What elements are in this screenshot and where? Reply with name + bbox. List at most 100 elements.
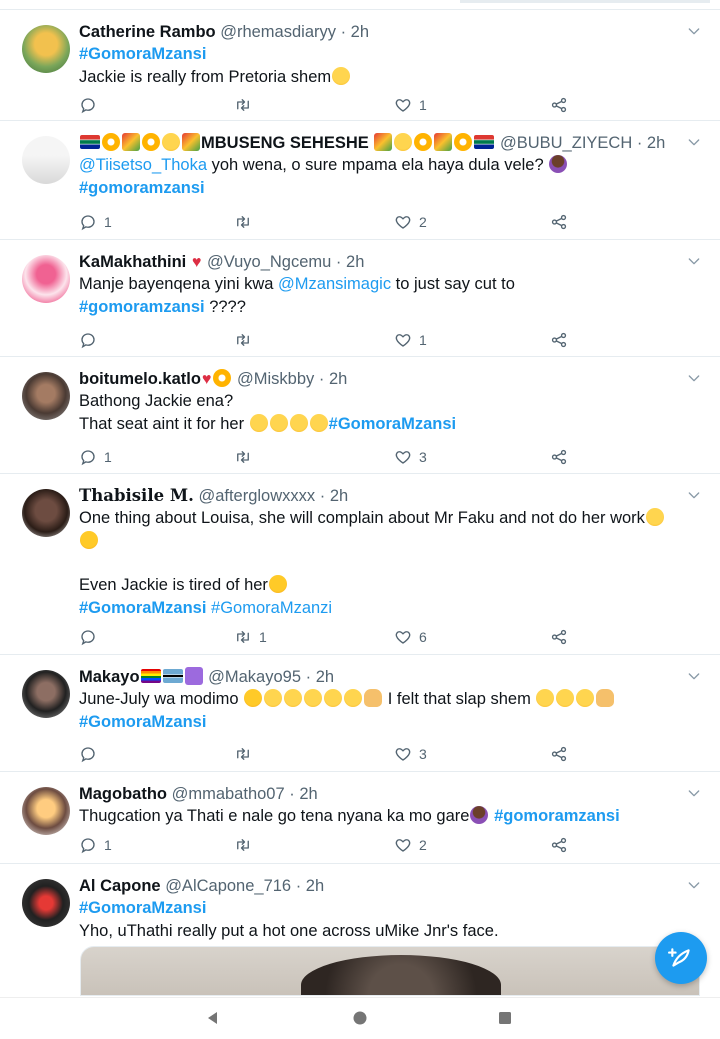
like-button[interactable]: 3 <box>394 744 427 764</box>
crying-emoji-icon <box>268 575 287 594</box>
avatar[interactable] <box>22 255 70 303</box>
avatar[interactable] <box>22 787 70 835</box>
compose-tweet-button[interactable] <box>655 932 707 984</box>
back-button[interactable] <box>205 1010 221 1031</box>
reply-button[interactable]: 1 <box>79 212 112 232</box>
like-button[interactable]: 2 <box>394 835 427 855</box>
timestamp: 2h <box>328 370 348 388</box>
author-name[interactable]: MBUSENG SEHESHE <box>201 134 369 152</box>
share-button[interactable] <box>550 744 568 764</box>
author-name[interactable]: Makayo <box>79 668 140 686</box>
retweet-button[interactable] <box>234 95 259 115</box>
tweet-item[interactable]: MBUSENG SEHESHE @BUBU_ZIYECH · 2h @Tiise… <box>0 122 720 240</box>
hashtag-link[interactable]: #GomoraMzansi <box>79 713 206 731</box>
tweet-text: Bathong Jackie ena? <box>79 392 234 410</box>
more-icon[interactable] <box>686 785 702 806</box>
joy-emoji-icon <box>344 689 363 707</box>
tweet-item[interactable]: KaMakhathini ♥ @Vuyo_Ngcemu · 2h Manje b… <box>0 241 720 357</box>
like-icon <box>394 628 412 646</box>
separator: · <box>331 253 347 271</box>
rofl-emoji-icon <box>309 413 328 432</box>
author-name[interactable]: KaMakhathini <box>79 253 186 271</box>
avatar[interactable] <box>22 670 70 718</box>
retweet-icon <box>234 745 252 763</box>
retweet-icon <box>234 331 252 349</box>
hashtag-link[interactable]: #GomoraMzansi <box>79 45 206 63</box>
like-button[interactable]: 3 <box>394 447 427 467</box>
hashtag-link[interactable]: #GomoraMzansi <box>79 599 206 617</box>
avatar[interactable] <box>22 372 70 420</box>
avatar[interactable] <box>22 879 70 927</box>
facepalm-emoji-icon <box>549 155 568 173</box>
author-handle: @afterglowxxxx <box>198 487 316 505</box>
system-navigation-bar <box>0 997 720 1039</box>
retweet-button[interactable] <box>234 447 259 467</box>
avatar[interactable] <box>22 25 70 73</box>
tweet-item[interactable]: boitumelo.katlo♥ @Miskbby · 2h Bathong J… <box>0 358 720 474</box>
more-icon[interactable] <box>686 877 702 898</box>
share-button[interactable] <box>550 212 568 232</box>
recents-button[interactable] <box>497 1010 513 1031</box>
tweet-text: Even Jackie is tired of her <box>79 576 268 595</box>
tweet-item[interactable]: Makayo @Makayo95 · 2h June-July wa modim… <box>0 656 720 772</box>
tweet-text: That seat aint it for her <box>79 414 249 433</box>
retweet-button[interactable]: 1 <box>234 627 267 647</box>
author-handle: @rhemasdiaryy <box>220 23 336 41</box>
reply-button[interactable] <box>79 330 104 350</box>
share-button[interactable] <box>550 447 568 467</box>
crying-emoji-icon <box>244 689 263 707</box>
like-button[interactable]: 6 <box>394 627 427 647</box>
avatar[interactable] <box>22 489 70 537</box>
more-icon[interactable] <box>686 134 702 155</box>
tweet-item[interactable]: Catherine Rambo @rhemasdiaryy · 2h #Gomo… <box>0 11 720 121</box>
hashtag-link[interactable]: #gomoramzansi <box>79 298 205 316</box>
share-button[interactable] <box>550 95 568 115</box>
more-icon[interactable] <box>686 370 702 391</box>
tweet-item[interactable]: Magobatho @mmabatho07 · 2h Thugcation ya… <box>0 773 720 864</box>
retweet-button[interactable] <box>234 330 259 350</box>
retweet-button[interactable] <box>234 835 259 855</box>
more-icon[interactable] <box>686 487 702 508</box>
more-icon[interactable] <box>686 668 702 689</box>
reply-button[interactable]: 1 <box>79 835 112 855</box>
reply-button[interactable] <box>79 95 104 115</box>
like-icon <box>394 96 412 114</box>
author-name[interactable]: boitumelo.katlo <box>79 370 201 388</box>
retweet-button[interactable] <box>234 744 259 764</box>
share-button[interactable] <box>550 835 568 855</box>
avatar[interactable] <box>22 136 70 184</box>
hashtag-link[interactable]: #GomoraMzanzi <box>211 599 332 617</box>
like-count: 3 <box>419 449 427 465</box>
more-icon[interactable] <box>686 253 702 274</box>
like-button[interactable]: 1 <box>394 330 427 350</box>
star-emoji-icon <box>454 133 473 151</box>
joy-emoji-icon <box>284 689 303 707</box>
reply-button[interactable] <box>79 744 104 764</box>
author-handle: @Vuyo_Ngcemu <box>206 253 332 271</box>
reply-button[interactable] <box>79 627 104 647</box>
author-name[interactable]: Magobatho <box>79 785 167 803</box>
reply-button[interactable]: 1 <box>79 447 112 467</box>
like-button[interactable]: 2 <box>394 212 427 232</box>
like-count: 1 <box>419 332 427 348</box>
hashtag-link[interactable]: #GomoraMzansi <box>329 415 456 433</box>
compose-icon <box>668 948 690 967</box>
mention-link[interactable]: @Tiisetso_Thoka <box>79 156 207 174</box>
hashtag-link[interactable]: #gomoramzansi <box>494 807 620 825</box>
mention-link[interactable]: @Mzansimagic <box>278 275 391 293</box>
tweet-media-image[interactable] <box>80 946 700 996</box>
author-name[interactable]: Catherine Rambo <box>79 23 216 41</box>
more-icon[interactable] <box>686 23 702 44</box>
rofl-emoji-icon <box>269 413 288 432</box>
retweet-button[interactable] <box>234 212 259 232</box>
home-icon <box>353 1011 367 1025</box>
author-name[interactable]: Al Capone <box>79 877 161 895</box>
home-button[interactable] <box>352 1010 368 1031</box>
hashtag-link[interactable]: #gomoramzansi <box>79 179 205 197</box>
share-button[interactable] <box>550 330 568 350</box>
author-name[interactable]: Thabisile M. <box>79 486 194 505</box>
tweet-item[interactable]: Thabisile M. @afterglowxxxx · 2h One thi… <box>0 475 720 655</box>
hashtag-link[interactable]: #GomoraMzansi <box>79 899 206 917</box>
like-button[interactable]: 1 <box>394 95 427 115</box>
share-button[interactable] <box>550 627 568 647</box>
